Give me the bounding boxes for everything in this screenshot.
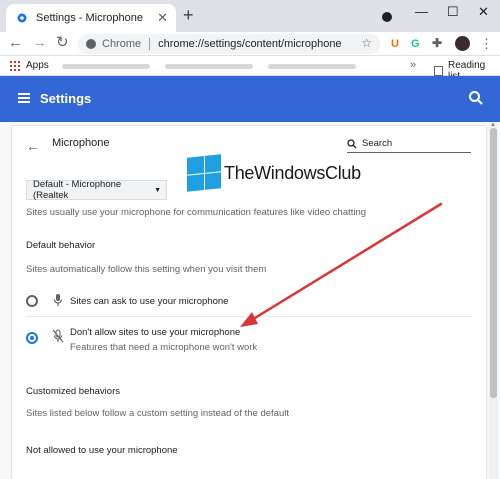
radio-allow-ask[interactable] bbox=[26, 295, 38, 307]
reading-list-icon bbox=[434, 66, 443, 76]
omnibox-separator bbox=[149, 38, 151, 50]
maximize-button[interactable]: ☐ bbox=[447, 4, 459, 20]
page-title: Microphone bbox=[52, 137, 110, 149]
back-arrow-icon[interactable]: ← bbox=[26, 138, 40, 154]
default-behavior-title: Default behavior bbox=[26, 240, 96, 251]
customized-behaviors-title: Customized behaviors bbox=[26, 386, 120, 397]
radio-block[interactable] bbox=[26, 332, 38, 344]
tab-strip: Settings - Microphone ✕ + — ☐ ✕ bbox=[0, 0, 500, 32]
gear-icon bbox=[17, 13, 27, 23]
new-tab-button[interactable]: + bbox=[183, 6, 194, 24]
selected-device: Default - Microphone (Realtek bbox=[33, 179, 122, 201]
search-input[interactable]: Search bbox=[347, 135, 471, 153]
watermark-logo: TheWindowsClub bbox=[187, 154, 361, 192]
microphone-icon bbox=[53, 294, 63, 306]
browser-toolbar: ← → ↻ Chrome chrome://settings/content/m… bbox=[0, 32, 500, 56]
site-info-icon[interactable] bbox=[86, 39, 96, 49]
minimize-button[interactable]: — bbox=[415, 4, 428, 19]
customized-behaviors-subtitle: Sites listed below follow a custom setti… bbox=[26, 408, 289, 419]
scrollbar-thumb[interactable] bbox=[490, 128, 497, 398]
chevron-down-icon: ▼ bbox=[154, 186, 161, 194]
profile-avatar[interactable] bbox=[455, 36, 470, 51]
tab-search-icon[interactable] bbox=[382, 12, 392, 22]
bookmarks-overflow-button[interactable]: » bbox=[410, 59, 416, 71]
reload-button[interactable]: ↻ bbox=[56, 35, 69, 51]
hamburger-menu-icon[interactable] bbox=[18, 93, 30, 103]
microphone-description: Sites usually use your microphone for co… bbox=[26, 207, 367, 218]
menu-kebab-icon[interactable]: ⋮ bbox=[480, 36, 493, 52]
option-divider bbox=[26, 316, 472, 317]
extensions-puzzle-icon[interactable]: ✚ bbox=[432, 36, 442, 50]
windows-logo-icon bbox=[187, 154, 221, 192]
extension-u-icon[interactable]: U bbox=[391, 38, 399, 50]
tab-title: Settings - Microphone bbox=[36, 12, 143, 24]
microphone-settings-card: ← Microphone Search TheWindowsClub Defau… bbox=[12, 126, 486, 479]
settings-title: Settings bbox=[40, 91, 92, 106]
forward-button[interactable]: → bbox=[32, 35, 47, 51]
not-allowed-title: Not allowed to use your microphone bbox=[26, 445, 178, 456]
search-icon[interactable] bbox=[468, 90, 484, 106]
bookmark-item[interactable] bbox=[62, 64, 150, 69]
window-close-button[interactable]: ✕ bbox=[478, 4, 489, 20]
bookmark-item[interactable] bbox=[268, 64, 356, 69]
tab-close-icon[interactable]: ✕ bbox=[157, 11, 168, 24]
microphone-device-select[interactable]: Default - Microphone (Realtek ▼ bbox=[26, 179, 167, 201]
option-allow-ask-label[interactable]: Sites can ask to use your microphone bbox=[70, 296, 228, 307]
apps-bookmark[interactable]: Apps bbox=[26, 60, 49, 71]
search-placeholder: Search bbox=[362, 138, 393, 149]
bookmark-star-icon[interactable]: ☆ bbox=[361, 36, 372, 50]
url-text[interactable]: chrome://settings/content/microphone bbox=[158, 38, 341, 50]
settings-main: ← Microphone Search TheWindowsClub Defau… bbox=[0, 122, 500, 479]
site-label: Chrome bbox=[102, 38, 142, 50]
address-bar[interactable]: Chrome chrome://settings/content/microph… bbox=[78, 34, 380, 54]
search-icon bbox=[347, 138, 357, 148]
back-button[interactable]: ← bbox=[8, 35, 23, 51]
bookmarks-bar: Apps » Reading list bbox=[0, 56, 500, 82]
extension-grammarly-icon[interactable]: G bbox=[411, 38, 420, 50]
tab-settings-microphone[interactable]: Settings - Microphone ✕ bbox=[6, 4, 176, 32]
watermark-text: TheWindowsClub bbox=[224, 162, 361, 183]
apps-grid-icon[interactable] bbox=[10, 61, 20, 71]
option-block-label[interactable]: Don't allow sites to use your microphone bbox=[70, 327, 240, 338]
option-block-sublabel: Features that need a microphone won't wo… bbox=[70, 342, 258, 353]
bookmark-item[interactable] bbox=[165, 64, 253, 69]
default-behavior-subtitle: Sites automatically follow this setting … bbox=[26, 264, 267, 275]
settings-header: Settings bbox=[0, 76, 500, 122]
microphone-off-icon bbox=[52, 329, 64, 343]
